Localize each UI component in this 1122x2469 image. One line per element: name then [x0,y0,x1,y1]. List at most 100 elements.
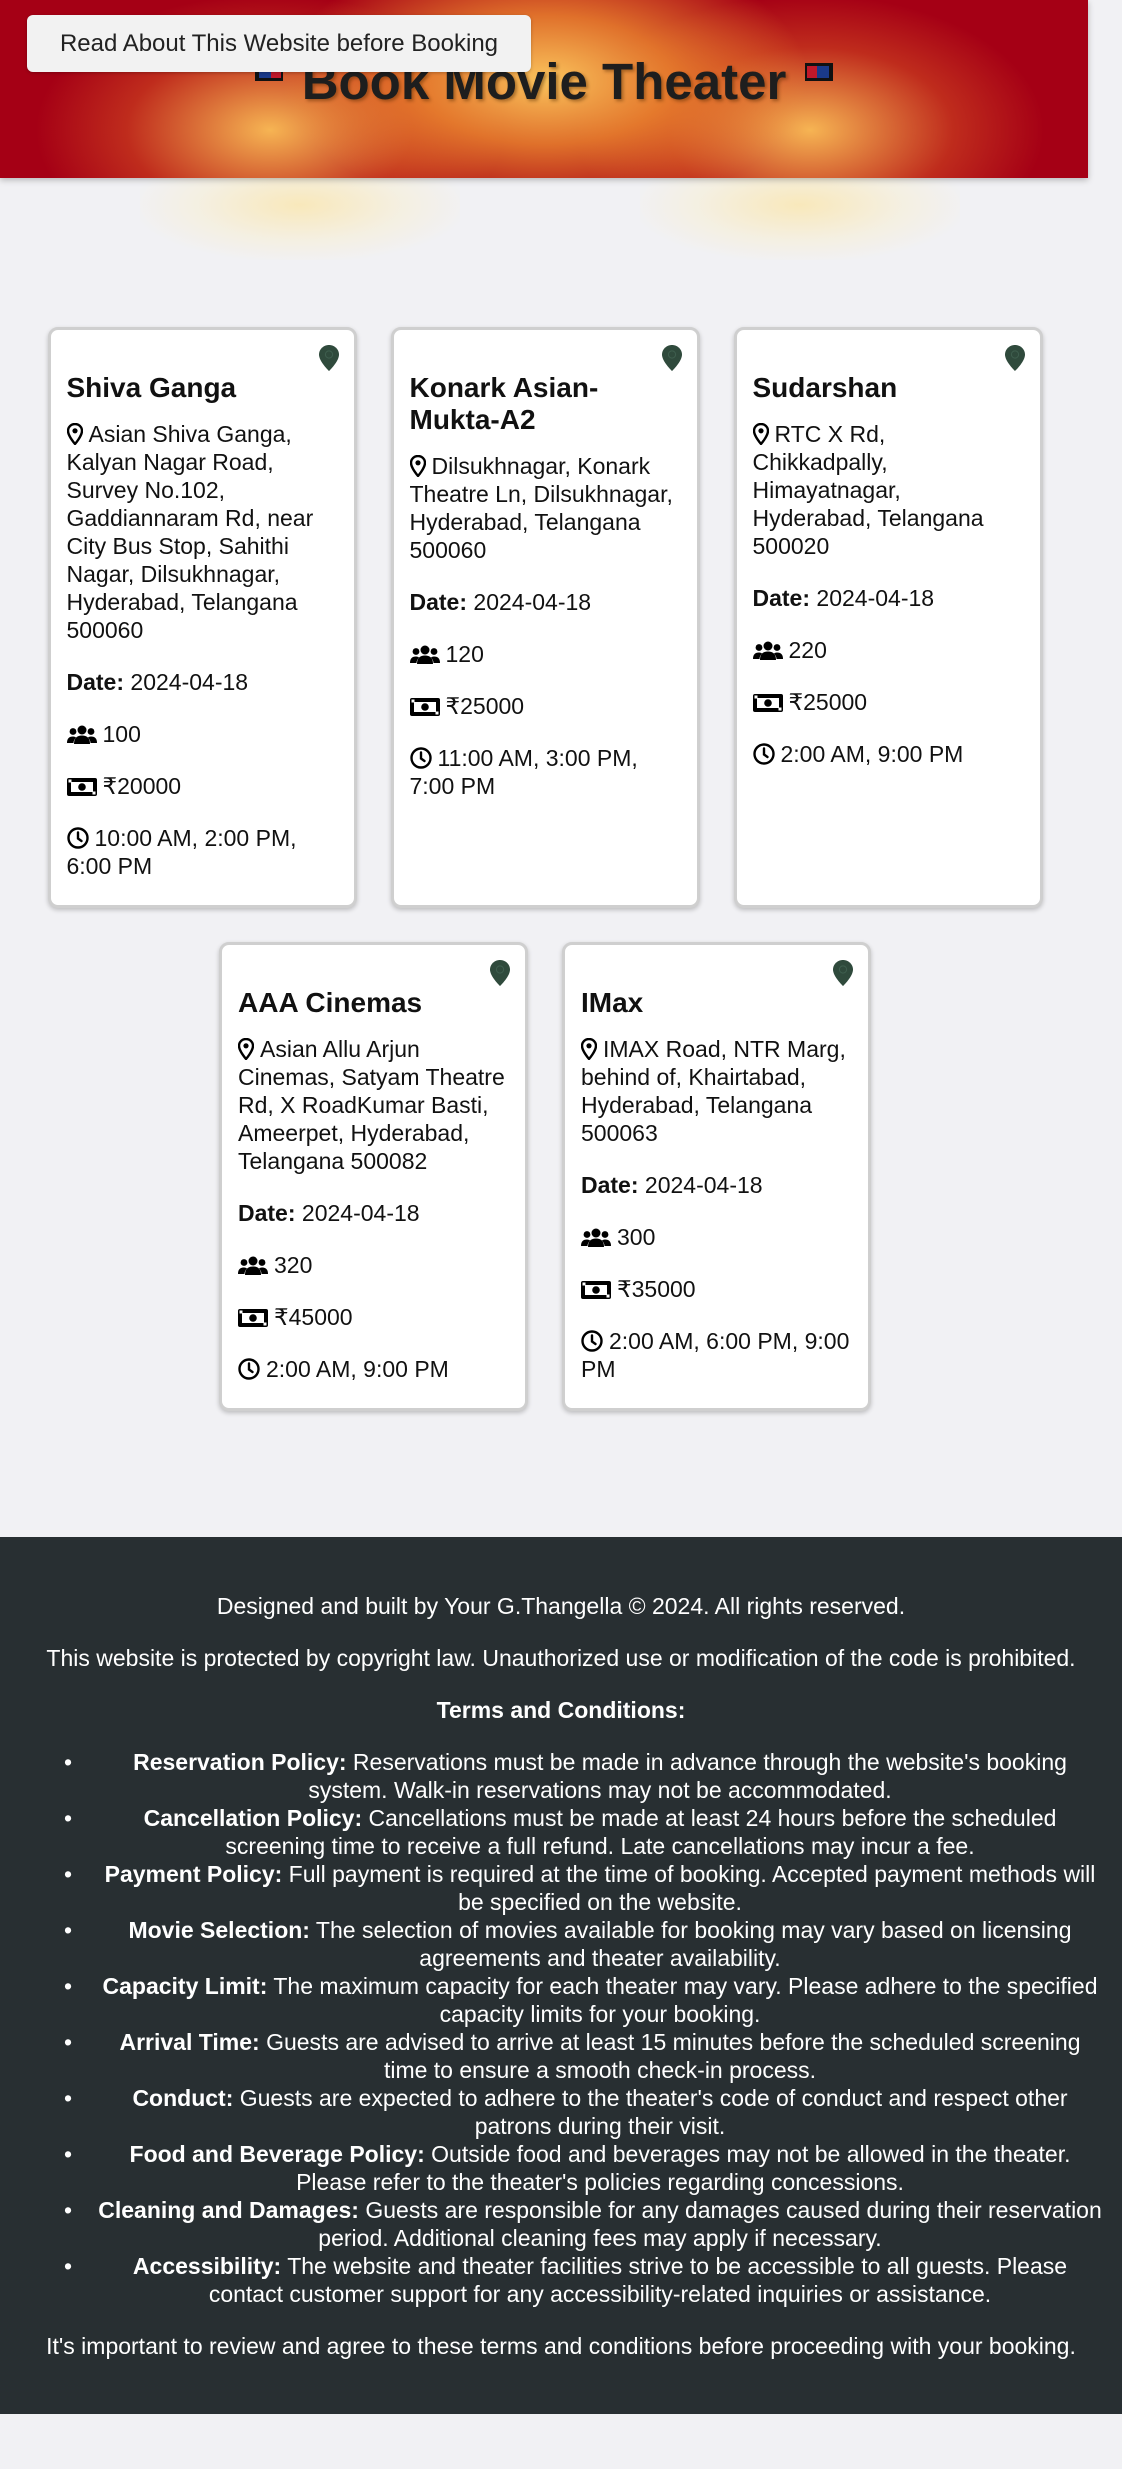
price-value: ₹20000 [102,773,182,799]
terms-item-title: Arrival Time: [119,2029,260,2055]
terms-item: Cleaning and Damages: Guests are respons… [64,2196,1102,2252]
clock-icon [409,747,432,769]
theater-address: IMAX Road, NTR Marg, behind of, Khairtab… [581,1035,853,1147]
read-about-button[interactable]: Read About This Website before Booking [27,15,531,72]
terms-item: Reservation Policy: Reservations must be… [64,1748,1102,1804]
terms-item: Arrival Time: Guests are advised to arri… [64,2028,1102,2084]
money-bill-icon [581,1281,611,1299]
theater-address: Dilsukhnagar, Konark Theatre Ln, Dilsukh… [409,452,682,564]
theater-card[interactable]: Konark Asian-Mukta-A2 Dilsukhnagar, Kona… [390,327,700,908]
theater-date: Date: 2024-04-18 [753,584,1025,612]
date-value: 2024-04-18 [473,589,592,615]
map-pin-icon[interactable] [318,345,339,371]
theater-card-list: Shiva Ganga Asian Shiva Ganga, Kalyan Na… [45,327,1045,1411]
capacity-value: 300 [617,1224,656,1250]
theater-card[interactable]: AAA Cinemas Asian Allu Arjun Cinemas, Sa… [219,942,528,1411]
terms-item-text: Guests are advised to arrive at least 15… [259,2029,1081,2083]
theater-date: Date: 2024-04-18 [410,588,682,616]
price-value: ₹45000 [274,1304,353,1330]
users-icon [238,1256,268,1275]
theater-price: ₹25000 [752,688,1025,716]
terms-item-title: Capacity Limit: [102,1973,268,1999]
date-label: Date: [238,1200,296,1226]
timings-value: 10:00 AM, 2:00 PM, 6:00 PM [66,825,297,879]
theater-date: Date: 2024-04-18 [238,1199,510,1227]
timings-value: 2:00 AM, 6:00 PM, 9:00 PM [581,1328,850,1382]
theater-capacity: 220 [752,636,1025,664]
theater-address: Asian Allu Arjun Cinemas, Satyam Theatre… [238,1035,510,1175]
terms-item-text: Guests are responsible for any damages c… [318,2197,1102,2251]
terms-item-text: Reservations must be made in advance thr… [308,1749,1067,1803]
address-text: Asian Shiva Ganga, Kalyan Nagar Road, Su… [66,421,314,643]
price-value: ₹25000 [445,693,525,719]
theater-name: IMax [581,987,644,1018]
terms-item-text: The selection of movies available for bo… [309,1917,1072,1971]
terms-item: Conduct: Guests are expected to adhere t… [64,2084,1102,2140]
money-bill-icon [66,778,97,796]
theater-card[interactable]: Sudarshan RTC X Rd, Chikkadpally, Himaya… [733,327,1043,908]
address-text: RTC X Rd, Chikkadpally, Himayatnagar, Hy… [752,421,984,559]
address-text: Dilsukhnagar, Konark Theatre Ln, Dilsukh… [409,453,673,563]
terms-item-text: The website and theater facilities striv… [208,2253,1068,2307]
map-pin-icon[interactable] [1004,345,1025,371]
terms-item: Payment Policy: Full payment is required… [64,1860,1102,1916]
date-value: 2024-04-18 [301,1200,420,1226]
hero-header: Book Movie Theater Read About This Websi… [0,0,1088,178]
capacity-value: 320 [274,1252,313,1278]
date-label: Date: [581,1172,639,1198]
theater-capacity: 300 [581,1223,853,1251]
theater-address: RTC X Rd, Chikkadpally, Himayatnagar, Hy… [752,420,1025,560]
theater-card[interactable]: Shiva Ganga Asian Shiva Ganga, Kalyan Na… [47,327,357,908]
footer: Designed and built by Your G.Thangella ©… [0,1537,1122,2414]
terms-item: Cancellation Policy: Cancellations must … [64,1804,1102,1860]
location-icon [409,455,426,477]
terms-item-title: Movie Selection: [128,1917,310,1943]
timings-value: 2:00 AM, 9:00 PM [266,1356,449,1382]
price-value: ₹25000 [788,689,868,715]
terms-item-text: Guests are expected to adhere to the the… [233,2085,1068,2139]
theater-price: ₹35000 [581,1275,853,1303]
terms-item-title: Food and Beverage Policy: [129,2141,425,2167]
location-icon [66,423,83,445]
terms-item-title: Cancellation Policy: [143,1805,363,1831]
footer-credit: Designed and built by Your G.Thangella ©… [216,1593,906,1619]
date-value: 2024-04-18 [644,1172,763,1198]
theater-timings: 11:00 AM, 3:00 PM, 7:00 PM [410,744,682,800]
timings-value: 11:00 AM, 3:00 PM, 7:00 PM [409,745,638,799]
date-label: Date: [409,589,468,615]
price-value: ₹35000 [617,1276,696,1302]
money-bill-icon [409,698,440,716]
location-icon [752,423,769,445]
terms-item-title: Cleaning and Damages: [98,2197,359,2223]
location-icon [238,1038,254,1060]
theater-date: Date: 2024-04-18 [581,1171,853,1199]
address-text: Asian Allu Arjun Cinemas, Satyam Theatre… [238,1036,505,1174]
money-bill-icon [752,694,783,712]
terms-item-title: Conduct: [132,2085,234,2111]
date-label: Date: [66,669,125,695]
terms-item-title: Reservation Policy: [133,1749,347,1775]
theater-capacity: 120 [409,640,682,668]
terms-item: Movie Selection: The selection of movies… [64,1916,1102,1972]
users-icon [752,641,783,660]
footer-closing: It's important to review and agree to th… [46,2333,1076,2359]
address-text: IMAX Road, NTR Marg, behind of, Khairtab… [581,1036,846,1146]
theater-name: Sudarshan [752,372,898,403]
terms-title: Terms and Conditions: [436,1697,686,1723]
clock-icon [238,1358,260,1380]
theater-timings: 10:00 AM, 2:00 PM, 6:00 PM [67,824,339,880]
map-pin-icon[interactable] [833,960,853,986]
users-icon [409,645,440,664]
theater-address: Asian Shiva Ganga, Kalyan Nagar Road, Su… [66,420,339,644]
terms-item: Accessibility: The website and theater f… [64,2252,1102,2308]
date-value: 2024-04-18 [816,585,935,611]
terms-item: Food and Beverage Policy: Outside food a… [64,2140,1102,2196]
theater-card[interactable]: IMax IMAX Road, NTR Marg, behind of, Kha… [562,942,871,1411]
flag-icon [804,62,833,81]
theater-name: AAA Cinemas [238,987,423,1018]
terms-item-title: Accessibility: [132,2253,282,2279]
theater-price: ₹25000 [409,692,682,720]
theater-capacity: 100 [66,720,339,748]
map-pin-icon[interactable] [661,345,682,371]
map-pin-icon[interactable] [490,960,510,986]
